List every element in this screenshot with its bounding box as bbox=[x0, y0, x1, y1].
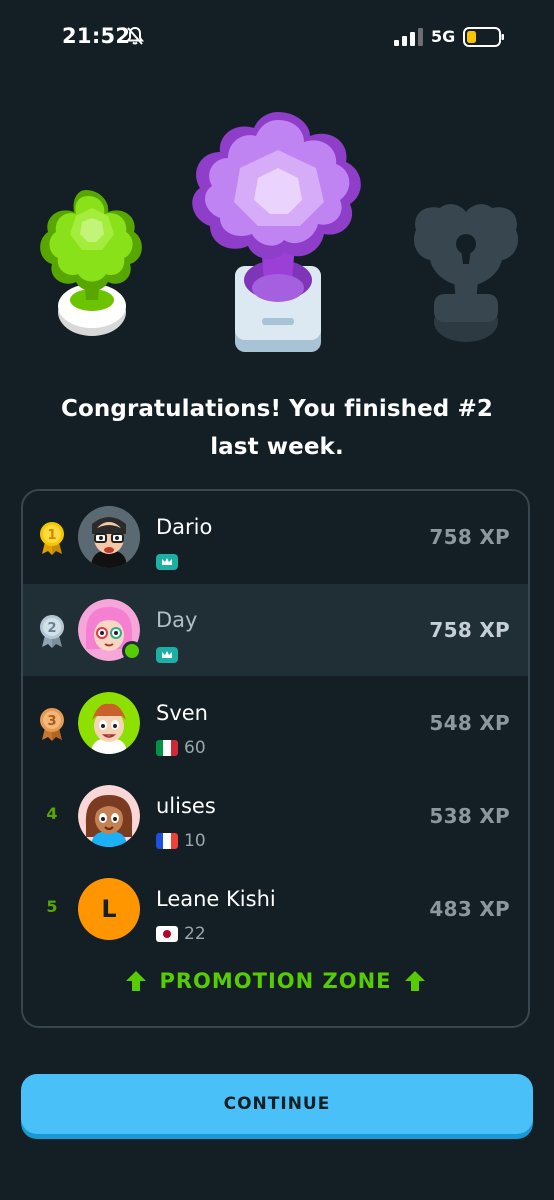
user-xp: 758 XP bbox=[429, 618, 510, 642]
user-meta bbox=[156, 644, 178, 666]
leaderboard-row[interactable]: 5 L Leane Kishi 22 483 XP bbox=[23, 863, 528, 955]
user-meta: 10 bbox=[156, 830, 206, 852]
bell-muted-icon bbox=[125, 26, 145, 45]
arrow-up-icon bbox=[126, 971, 147, 991]
congrats-headline: Congratulations! You finished #2 last we… bbox=[0, 390, 554, 466]
promotion-zone-banner: PROMOTION ZONE bbox=[23, 961, 528, 1001]
promotion-zone-label: PROMOTION ZONE bbox=[159, 969, 392, 993]
user-streak-count: 60 bbox=[184, 738, 206, 758]
user-xp: 548 XP bbox=[429, 711, 510, 735]
user-meta: 22 bbox=[156, 923, 206, 945]
status-time: 21:52 bbox=[62, 24, 131, 48]
rank-number: 5 bbox=[46, 897, 58, 916]
user-name: Dario bbox=[156, 515, 213, 539]
avatar[interactable] bbox=[78, 692, 140, 754]
user-meta: 60 bbox=[156, 737, 206, 759]
user-streak-count: 22 bbox=[184, 924, 206, 944]
crown-badge-icon bbox=[156, 647, 178, 663]
leaderboard: 1 Dario 758 XP 2 Day 758 XP 3 Sven 60 54… bbox=[21, 489, 530, 1028]
medal-rank: 1 bbox=[47, 528, 56, 543]
bronze-medal-icon: 3 bbox=[40, 708, 64, 741]
gold-medal-icon: 1 bbox=[40, 522, 64, 555]
user-meta bbox=[156, 551, 178, 573]
france-flag-icon bbox=[156, 833, 178, 849]
italy-flag-icon bbox=[156, 740, 178, 756]
crown-badge-icon bbox=[156, 554, 178, 570]
emerald-trophy-icon bbox=[40, 190, 142, 336]
headline-line-2: last week. bbox=[210, 434, 344, 460]
status-bar: 21:52 5G bbox=[0, 0, 554, 76]
leaderboard-row[interactable]: 1 Dario 758 XP bbox=[23, 491, 528, 583]
medal-rank: 3 bbox=[47, 714, 56, 729]
rank-number: 4 bbox=[46, 804, 58, 823]
battery-icon bbox=[463, 27, 504, 47]
avatar[interactable]: L bbox=[78, 878, 140, 940]
online-status-indicator bbox=[122, 641, 142, 661]
user-streak-count: 10 bbox=[184, 831, 206, 851]
silver-medal-icon: 2 bbox=[40, 615, 64, 648]
arrow-up-icon bbox=[404, 971, 425, 991]
network-type: 5G bbox=[431, 27, 456, 46]
leaderboard-row[interactable]: 4 ulises 10 538 XP bbox=[23, 770, 528, 862]
avatar[interactable] bbox=[78, 785, 140, 847]
user-name: Sven bbox=[156, 701, 208, 725]
user-xp: 483 XP bbox=[429, 897, 510, 921]
continue-button[interactable]: CONTINUE bbox=[21, 1074, 533, 1134]
user-xp: 758 XP bbox=[429, 525, 510, 549]
leaderboard-row[interactable]: 3 Sven 60 548 XP bbox=[23, 677, 528, 769]
user-name: Leane Kishi bbox=[156, 887, 276, 911]
user-xp: 538 XP bbox=[429, 804, 510, 828]
avatar[interactable] bbox=[78, 506, 140, 568]
leaderboard-row-current-user[interactable]: 2 Day 758 XP bbox=[23, 584, 528, 676]
medal-rank: 2 bbox=[47, 621, 56, 636]
japan-flag-icon bbox=[156, 926, 178, 942]
locked-trophy-icon bbox=[413, 204, 519, 342]
avatar-initial: L bbox=[101, 895, 117, 923]
amethyst-trophy-icon bbox=[192, 112, 361, 352]
signal-icon bbox=[394, 28, 423, 46]
user-name: Day bbox=[156, 608, 198, 632]
user-name: ulises bbox=[156, 794, 216, 818]
headline-line-1: Congratulations! You finished #2 bbox=[61, 396, 493, 422]
